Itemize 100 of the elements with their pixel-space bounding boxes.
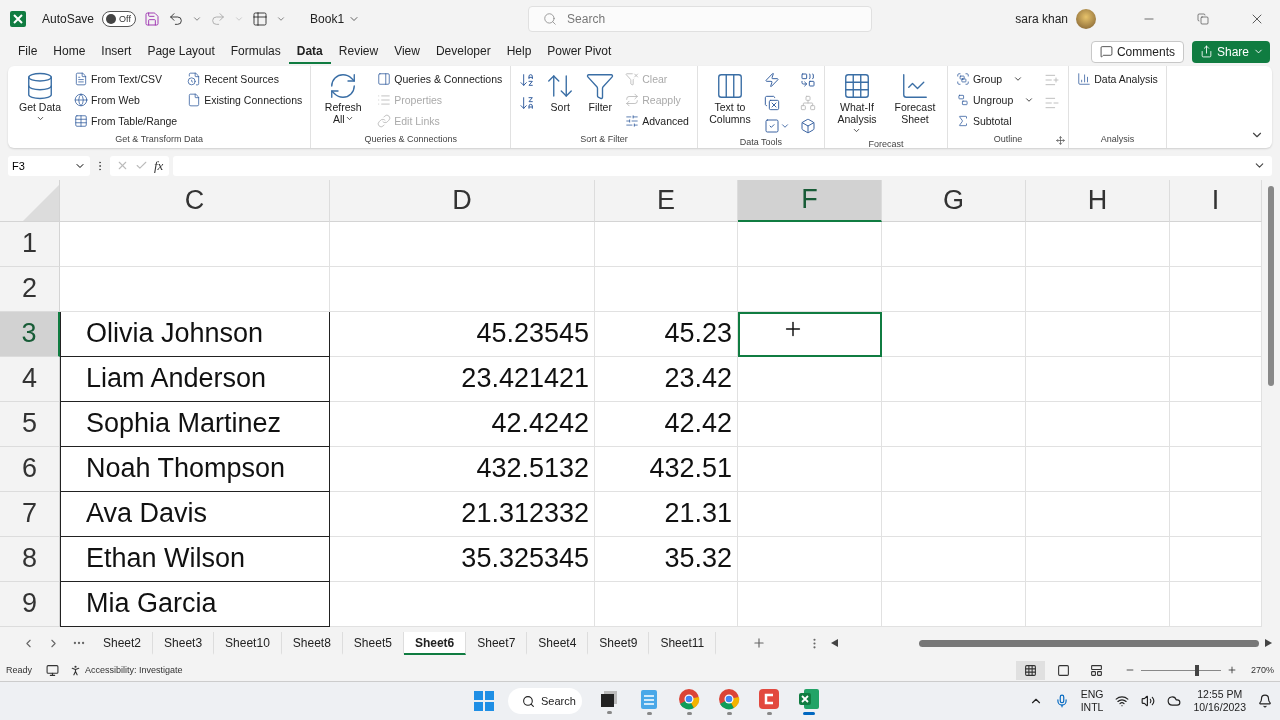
table-cell[interactable] — [738, 221, 882, 267]
table-cell[interactable] — [738, 266, 882, 312]
search-input[interactable]: Search — [565, 11, 850, 27]
caret-icon[interactable] — [192, 14, 203, 24]
zoom-level[interactable]: 270% — [1250, 665, 1274, 676]
row-header[interactable]: 1 — [0, 221, 60, 267]
table-cell[interactable] — [595, 581, 738, 627]
table-cell[interactable] — [1026, 221, 1170, 267]
table-cell[interactable] — [882, 446, 1026, 492]
normal-view-button[interactable] — [1015, 660, 1045, 680]
table-cell[interactable]: Ethan Wilson — [60, 536, 330, 582]
sheet-tab[interactable]: Sheet7 — [466, 631, 528, 655]
table-cell[interactable]: Olivia Johnson — [60, 311, 330, 357]
ribbon-button[interactable]: Refresh All — [317, 68, 370, 127]
document-title[interactable]: Book1 — [310, 12, 361, 26]
table-cell[interactable] — [1026, 581, 1170, 627]
table-cell[interactable] — [1026, 311, 1170, 357]
menu-tab[interactable]: Review — [330, 39, 387, 64]
sheet-tab[interactable]: Sheet4 — [527, 631, 589, 655]
column-header[interactable]: G — [882, 179, 1026, 222]
comments-button[interactable]: Comments — [1090, 40, 1184, 63]
table-cell[interactable] — [1026, 401, 1170, 447]
autosave-toggle[interactable]: Off — [102, 11, 137, 27]
row-header[interactable]: 5 — [0, 401, 60, 447]
row-header[interactable]: 6 — [0, 446, 60, 492]
row-header[interactable]: 7 — [0, 491, 60, 537]
windows-logo-icon[interactable] — [474, 691, 494, 712]
table-cell[interactable]: Mia Garcia — [60, 581, 330, 627]
row-header[interactable]: 4 — [0, 356, 60, 402]
table-cell[interactable] — [738, 581, 882, 627]
row-header[interactable]: 2 — [0, 266, 60, 312]
ribbon-button[interactable]: Existing Connections — [185, 89, 305, 110]
column-header[interactable]: F — [738, 179, 882, 222]
scroll-right-icon[interactable] — [1265, 639, 1272, 647]
undo-icon[interactable] — [168, 11, 185, 27]
table-cell[interactable] — [738, 536, 882, 582]
table-cell[interactable] — [60, 221, 330, 267]
table-cell[interactable]: Sophia Martinez — [60, 401, 330, 447]
notification-icon[interactable] — [1258, 694, 1272, 709]
table-cell[interactable] — [738, 356, 882, 402]
table-cell[interactable] — [882, 311, 1026, 357]
menu-tab[interactable]: Page Layout — [139, 39, 223, 64]
row-header[interactable]: 8 — [0, 536, 60, 582]
table-cell[interactable]: 23.42 — [595, 356, 738, 402]
row-header[interactable]: 3 — [0, 311, 60, 357]
zoom-in-icon[interactable] — [1226, 665, 1237, 676]
table-cell[interactable] — [738, 446, 882, 492]
column-header[interactable]: E — [595, 179, 738, 222]
ribbon-button[interactable]: What-If Analysis — [830, 68, 883, 139]
sheet-tab[interactable]: Sheet2 — [92, 631, 154, 655]
redo-icon[interactable] — [210, 11, 227, 27]
table-cell[interactable]: Ava Davis — [60, 491, 330, 537]
sheet-tab[interactable]: Sheet11 — [649, 631, 717, 655]
formula-input[interactable] — [173, 155, 1272, 176]
volume-icon[interactable] — [1141, 694, 1156, 709]
dialog-launcher-icon[interactable] — [1056, 135, 1066, 145]
menu-tab[interactable]: Developer — [427, 39, 499, 64]
column-header[interactable]: I — [1170, 179, 1262, 222]
table-cell[interactable] — [882, 221, 1026, 267]
menu-tab[interactable]: Power Pivot — [539, 39, 620, 64]
ribbon-button[interactable]: From Web — [72, 89, 180, 110]
table-cell[interactable] — [60, 266, 330, 312]
ribbon-button[interactable]: From Table/Range — [72, 110, 180, 131]
table-cell[interactable] — [882, 356, 1026, 402]
ribbon-button[interactable]: Data Analysis — [1075, 68, 1160, 89]
taskbar-search[interactable]: Search — [508, 688, 582, 715]
table-cell[interactable]: 21.31 — [595, 491, 738, 537]
ribbon-button[interactable]: Get Data — [14, 68, 66, 127]
table-cell[interactable] — [882, 536, 1026, 582]
clock[interactable]: 12:55 PM 10/16/2023 — [1193, 688, 1246, 715]
sheet-tab[interactable]: Sheet3 — [153, 631, 215, 655]
ribbon-button[interactable]: Subtotal — [953, 110, 1037, 131]
table-cell[interactable]: 45.23 — [595, 311, 738, 357]
table-cell[interactable] — [882, 266, 1026, 312]
menu-tab[interactable]: Insert — [93, 39, 140, 64]
table-cell[interactable]: Liam Anderson — [60, 356, 330, 402]
menu-tab[interactable]: Data — [288, 39, 331, 64]
ribbon-button[interactable]: Advanced — [623, 110, 691, 131]
table-cell[interactable] — [882, 401, 1026, 447]
add-sheet-icon[interactable] — [752, 636, 767, 650]
column-header[interactable]: D — [330, 179, 595, 222]
cloud-icon[interactable] — [1167, 694, 1182, 709]
form-icon[interactable] — [252, 11, 269, 27]
active-cell[interactable] — [738, 311, 882, 357]
ribbon-button[interactable]: Filter — [583, 68, 618, 115]
ribbon-button[interactable]: Text to Columns — [703, 68, 756, 127]
table-cell[interactable] — [1026, 266, 1170, 312]
table-cell[interactable]: 42.42 — [595, 401, 738, 447]
ribbon-button[interactable]: Forecast Sheet — [888, 68, 941, 127]
menu-tab[interactable]: Help — [498, 39, 540, 64]
table-cell[interactable]: 23.421421 — [330, 356, 595, 402]
table-cell[interactable]: 35.32 — [595, 536, 738, 582]
name-box[interactable]: F3 — [8, 155, 90, 176]
share-button[interactable]: Share — [1191, 40, 1270, 63]
table-cell[interactable]: 432.5132 — [330, 446, 595, 492]
table-cell[interactable] — [595, 221, 738, 267]
table-cell[interactable] — [330, 581, 595, 627]
menu-tab[interactable]: View — [386, 39, 428, 64]
ribbon-button[interactable]: Recent Sources — [185, 68, 305, 89]
sheet-tab[interactable]: Sheet5 — [342, 631, 404, 655]
